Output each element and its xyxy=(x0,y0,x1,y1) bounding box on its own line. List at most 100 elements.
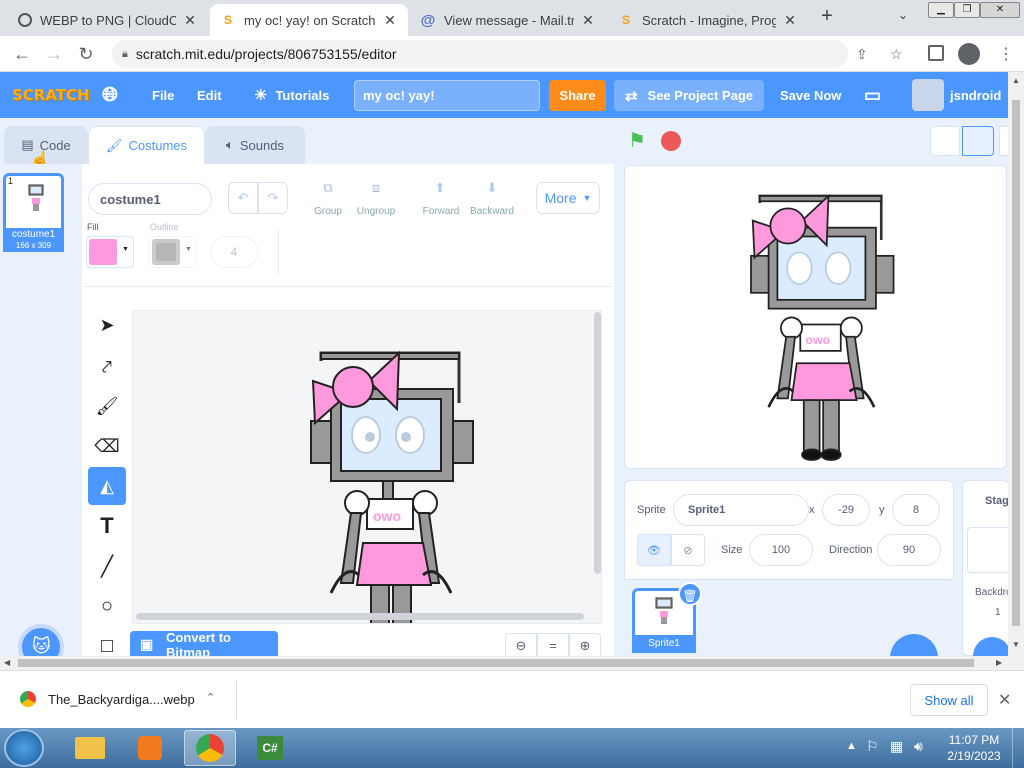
browser-tab-scratch-project[interactable]: S my oc! yay! on Scratch ✕ xyxy=(210,4,408,36)
new-tab-button[interactable]: + xyxy=(816,6,838,28)
csharp-taskbar-icon[interactable]: C# xyxy=(244,730,296,766)
back-arrow-icon[interactable]: ← xyxy=(10,42,34,66)
my-stuff-folder-icon[interactable]: ▭ xyxy=(864,72,881,118)
costume-name-input[interactable]: costume1 xyxy=(88,183,212,215)
stage-thumbnail[interactable] xyxy=(967,527,1011,573)
green-flag-icon[interactable]: ⚑ xyxy=(628,128,646,153)
tab-search-icon[interactable]: ⌄ xyxy=(898,8,908,22)
sprite-name-input[interactable]: Sprite1 xyxy=(673,494,809,526)
close-tab-icon[interactable]: ✕ xyxy=(382,12,398,29)
group-icon[interactable]: ⧉ xyxy=(312,180,344,200)
browser-tab-mail[interactable]: @ View message - Mail.tm ✕ xyxy=(410,4,606,36)
chrome-taskbar-icon[interactable] xyxy=(184,730,236,766)
redo-icon[interactable]: ↷ xyxy=(258,182,288,214)
tab-sounds[interactable]: 🔈︎ Sounds xyxy=(205,126,305,164)
scroll-left-icon[interactable]: ◀ xyxy=(4,658,10,667)
system-clock[interactable]: 11:07 PM 2/19/2023 xyxy=(944,732,1004,764)
volume-icon[interactable]: 🔊︎ xyxy=(914,738,923,755)
url-field[interactable]: 🔒︎ scratch.mit.edu/projects/806753155/ed… xyxy=(112,40,903,68)
eraser-tool[interactable]: ⌫ xyxy=(88,427,126,465)
brush-tool[interactable]: 🖌︎ xyxy=(88,387,126,425)
backward-arrow-icon[interactable]: ⬇ xyxy=(476,180,508,200)
edit-menu[interactable]: Edit xyxy=(197,72,222,118)
account-menu[interactable]: jsndroid ▼ xyxy=(912,72,1016,118)
costume-thumbnail[interactable]: 1 costume1 166 x 309 xyxy=(3,173,64,252)
fill-tool[interactable]: ◭ xyxy=(88,467,126,505)
browser-tab-cloudconvert[interactable]: WEBP to PNG | CloudCon ✕ xyxy=(8,4,208,36)
stage-target-pane[interactable]: Stage Backdro 1 xyxy=(962,480,1015,657)
share-page-icon[interactable]: ⇪ xyxy=(856,46,868,63)
media-player-taskbar-icon[interactable] xyxy=(124,730,176,766)
reshape-tool[interactable]: ⤤ xyxy=(88,348,126,386)
small-stage-icon[interactable] xyxy=(930,126,960,156)
window-close-icon[interactable]: ✕ xyxy=(980,2,1020,18)
show-desktop-button[interactable] xyxy=(1012,728,1024,768)
scroll-down-icon[interactable]: ▼ xyxy=(1012,640,1020,649)
x-position-input[interactable]: -29 xyxy=(822,494,870,526)
outline-width-input[interactable]: 4 xyxy=(210,236,258,268)
scroll-right-icon[interactable]: ▶ xyxy=(996,658,1002,667)
close-tab-icon[interactable]: ✕ xyxy=(182,12,198,29)
circle-tool[interactable]: ○ xyxy=(88,587,126,625)
file-menu[interactable]: File xyxy=(152,72,174,118)
outline-color-picker[interactable]: ▼ xyxy=(149,236,197,268)
bookmark-star-icon[interactable]: ☆ xyxy=(890,46,903,63)
share-button[interactable]: Share xyxy=(549,80,606,111)
ungroup-icon[interactable]: ⧈ xyxy=(360,180,392,200)
tab-costumes[interactable]: 🖌︎ Costumes xyxy=(88,126,205,164)
convert-to-bitmap-button[interactable]: ▣ Convert to Bitmap xyxy=(130,630,278,660)
large-stage-icon[interactable] xyxy=(962,126,994,156)
scroll-up-icon[interactable]: ▲ xyxy=(1012,76,1020,85)
page-horizontal-scrollbar[interactable]: ◀ ▶ xyxy=(0,656,1024,670)
profile-avatar-icon[interactable] xyxy=(958,43,980,65)
save-now-button[interactable]: Save Now xyxy=(780,72,841,118)
line-tool[interactable]: ╱ xyxy=(88,547,126,585)
hide-sprite-eye-icon[interactable]: ⊘ xyxy=(671,534,705,566)
scratch-logo[interactable]: SCRATCH xyxy=(12,72,90,118)
select-tool[interactable]: ➤ xyxy=(88,306,126,344)
direction-input[interactable]: 90 xyxy=(877,534,941,566)
explorer-taskbar-icon[interactable] xyxy=(64,730,116,766)
start-button[interactable] xyxy=(4,729,44,767)
action-center-flag-icon[interactable]: ⚐ xyxy=(866,738,879,755)
close-tab-icon[interactable]: ✕ xyxy=(782,12,798,29)
browser-menu-icon[interactable]: ⋮ xyxy=(998,44,1014,64)
choose-backdrop-button[interactable] xyxy=(973,637,1011,657)
show-sprite-eye-icon[interactable]: 👁︎ xyxy=(637,534,671,566)
download-filename[interactable]: The_Backyardiga....webp xyxy=(48,692,195,707)
minimize-icon[interactable]: ▁ xyxy=(928,2,954,18)
close-download-bar-icon[interactable]: ✕ xyxy=(998,690,1011,710)
network-icon[interactable]: ▦ xyxy=(890,738,903,755)
forward-arrow-icon[interactable]: ⬆ xyxy=(424,180,456,200)
canvas-horizontal-scrollbar[interactable] xyxy=(136,613,584,620)
side-panel-icon[interactable] xyxy=(928,45,944,61)
close-tab-icon[interactable]: ✕ xyxy=(580,12,596,29)
browser-tab-scratch-home[interactable]: S Scratch - Imagine, Progra ✕ xyxy=(608,4,808,36)
chevron-up-icon[interactable]: ⌃ xyxy=(206,691,215,704)
stage-canvas[interactable]: owo xyxy=(624,165,1007,469)
undo-icon[interactable]: ↶ xyxy=(228,182,258,214)
fill-color-picker[interactable]: ▼ xyxy=(86,236,134,268)
language-globe-icon[interactable]: 🌐︎ xyxy=(102,72,118,118)
page-vertical-scrollbar[interactable]: ▲ ▼ xyxy=(1008,72,1024,656)
more-menu-button[interactable]: More ▼ xyxy=(536,182,600,214)
scroll-thumb[interactable] xyxy=(18,659,974,667)
scroll-thumb[interactable] xyxy=(1012,100,1020,626)
size-input[interactable]: 100 xyxy=(749,534,813,566)
stop-sign-icon[interactable] xyxy=(661,131,681,151)
project-title-input[interactable]: my oc! yay! xyxy=(354,80,540,111)
scratch-icon: S xyxy=(621,13,630,27)
show-hidden-icons-icon[interactable]: ▲ xyxy=(846,740,857,752)
tutorials-button[interactable]: ☀ Tutorials xyxy=(254,72,329,118)
show-all-button[interactable]: Show all xyxy=(910,684,988,716)
paint-canvas[interactable]: owo xyxy=(132,310,602,624)
y-position-input[interactable]: 8 xyxy=(892,494,940,526)
see-project-page-button[interactable]: ⇄ See Project Page xyxy=(614,80,764,111)
delete-sprite-trash-icon[interactable]: 🗑︎ xyxy=(678,582,702,606)
reload-icon[interactable]: ↻ xyxy=(74,42,98,66)
canvas-vertical-scrollbar[interactable] xyxy=(594,312,601,574)
forward-arrow-icon[interactable]: → xyxy=(42,42,66,66)
costume-list-scrollbar[interactable] xyxy=(70,168,82,656)
restore-icon[interactable]: ❐ xyxy=(954,2,980,18)
text-tool[interactable]: T xyxy=(88,507,126,545)
